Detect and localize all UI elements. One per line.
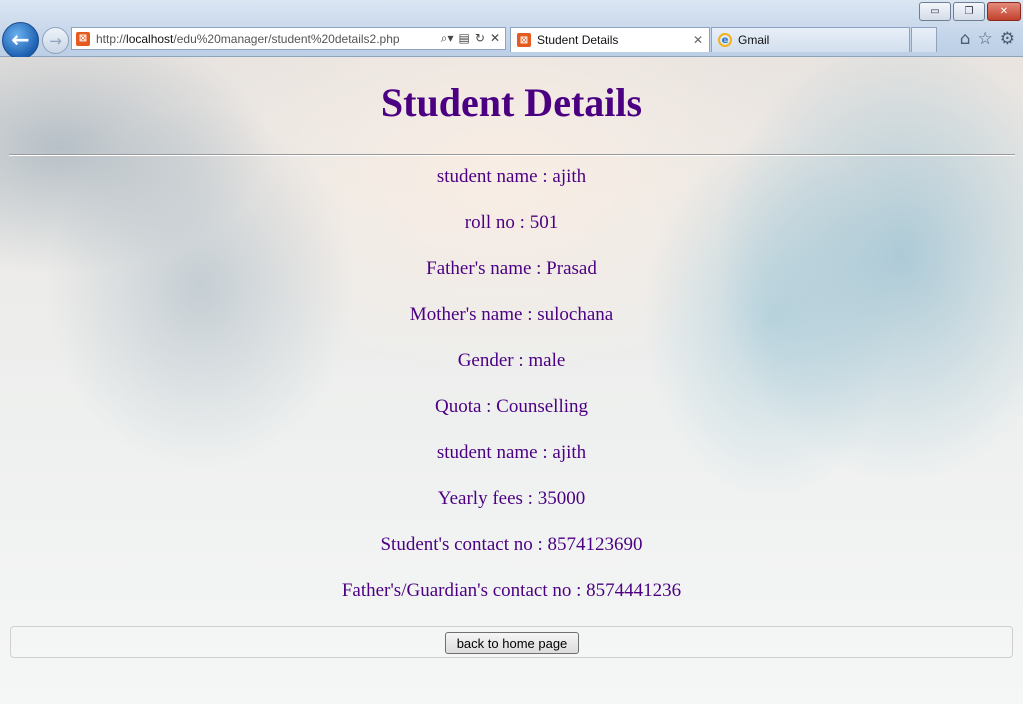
- form-fieldset: back to home page: [10, 626, 1013, 658]
- restore-button[interactable]: ❐: [953, 2, 985, 21]
- xampp-icon: ⊠: [76, 31, 90, 46]
- refresh-icon[interactable]: ↻: [475, 31, 485, 46]
- search-icon[interactable]: ⌕▾: [441, 31, 454, 46]
- detail-student-name: student name : ajith: [436, 166, 587, 187]
- page-title: Student Details: [380, 80, 643, 125]
- tab-student-details[interactable]: ⊠ Student Details ✕: [510, 27, 710, 52]
- xampp-icon: ⊠: [517, 33, 531, 47]
- url-text[interactable]: http://localhost/edu%20manager/student%2…: [96, 32, 441, 46]
- home-icon[interactable]: ⌂: [960, 29, 971, 49]
- ie-icon: e: [718, 33, 732, 47]
- detail-student-contact: Student's contact no : 8574123690: [380, 534, 643, 555]
- close-window-button[interactable]: ✕: [987, 2, 1021, 21]
- divider: [9, 154, 1015, 156]
- detail-student-name-repeat: student name : ajith: [436, 442, 587, 463]
- browser-chrome: ▭ ❐ ✕ ← → ⊠ http://localhost/edu%20manag…: [0, 0, 1023, 59]
- detail-mothers-name: Mother's name : sulochana: [409, 304, 614, 325]
- student-details-list: student name : ajith roll no : 501 Fathe…: [0, 164, 1023, 624]
- page-content: Student Details student name : ajith rol…: [0, 57, 1023, 704]
- close-tab-icon[interactable]: ✕: [693, 33, 703, 47]
- gear-icon[interactable]: ⚙: [1000, 29, 1015, 49]
- detail-roll-no: roll no : 501: [464, 212, 559, 233]
- detail-fathers-name: Father's name : Prasad: [426, 258, 597, 279]
- detail-quota: Quota : Counselling: [434, 396, 589, 417]
- favorites-star-icon[interactable]: ☆: [978, 29, 993, 49]
- tab-gmail[interactable]: e Gmail: [711, 27, 910, 52]
- tab-label: Student Details: [537, 33, 619, 47]
- window-controls: ▭ ❐ ✕: [919, 2, 1021, 21]
- stop-icon[interactable]: ✕: [490, 31, 500, 46]
- detail-yearly-fees: Yearly fees : 35000: [437, 488, 586, 509]
- back-button[interactable]: ←: [2, 22, 39, 59]
- minimize-button[interactable]: ▭: [919, 2, 951, 21]
- new-tab-button[interactable]: [911, 27, 937, 52]
- address-bar[interactable]: ⊠ http://localhost/edu%20manager/student…: [71, 27, 506, 50]
- detail-gender: Gender : male: [457, 350, 566, 371]
- detail-guardian-contact: Father's/Guardian's contact no : 8574441…: [341, 580, 682, 601]
- tab-label: Gmail: [738, 33, 770, 47]
- forward-button[interactable]: →: [42, 27, 69, 54]
- compatibility-view-icon[interactable]: ▤: [459, 31, 470, 46]
- arrow-left-icon: ←: [11, 28, 30, 53]
- arrow-right-icon: →: [49, 31, 62, 50]
- back-to-home-button[interactable]: back to home page: [445, 632, 579, 654]
